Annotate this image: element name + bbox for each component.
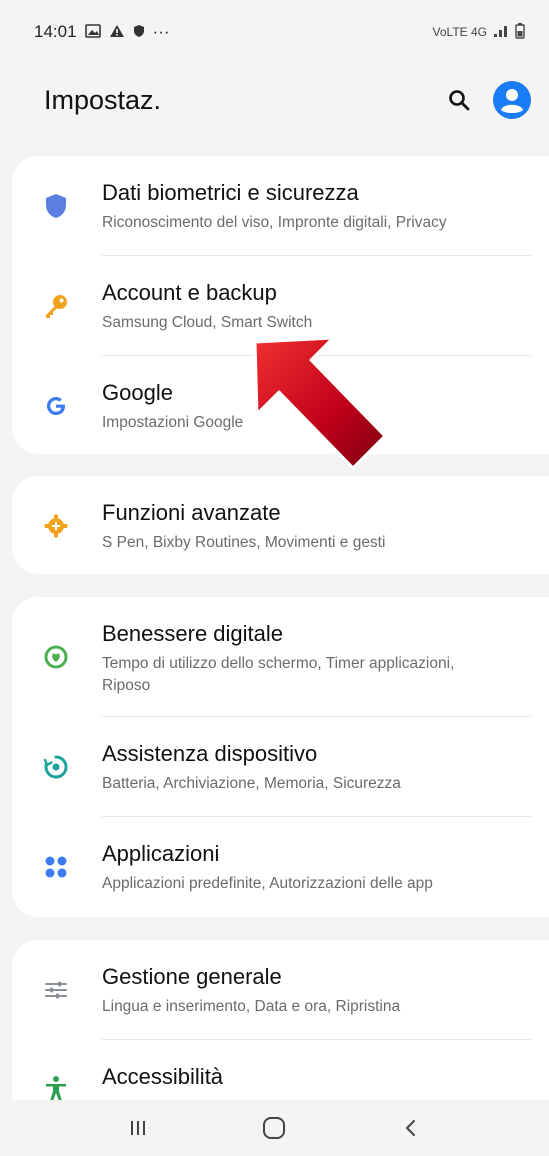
settings-item-account-backup[interactable]: Account e backup Samsung Cloud, Smart Sw… [12, 256, 549, 356]
settings-item-title: Benessere digitale [102, 621, 284, 646]
settings-item-title: Account e backup [102, 280, 277, 305]
settings-item-apps[interactable]: Applicazioni Applicazioni predefinite, A… [12, 817, 549, 917]
shield-icon [42, 192, 70, 220]
settings-item-title: Assistenza dispositivo [102, 741, 318, 766]
search-icon[interactable] [447, 88, 471, 112]
status-bar: 14:01 ··· VoLTE 4G [0, 0, 549, 64]
page-title: Impostaz. [44, 84, 162, 115]
status-right: VoLTE 4G [432, 22, 525, 42]
settings-item-subtitle: Riconoscimento del viso, Impronte digita… [102, 214, 447, 231]
settings-item-accessibility[interactable]: Accessibilità [12, 1040, 549, 1100]
shield-status-icon [133, 24, 145, 40]
gear-plus-icon [42, 512, 70, 540]
settings-item-google[interactable]: Google Impostazioni Google [12, 356, 549, 454]
settings-group-security: Dati biometrici e sicurezza Riconoscimen… [12, 156, 549, 454]
battery-icon [515, 22, 525, 42]
device-care-icon [42, 753, 70, 781]
settings-item-title: Accessibilità [102, 1064, 224, 1089]
network-label: VoLTE 4G [432, 25, 487, 39]
signal-icon [493, 24, 509, 41]
settings-group-general: Gestione generale Lingua e inserimento, … [12, 940, 549, 1100]
app-header: Impostaz. [0, 64, 549, 136]
settings-item-title: Google [102, 380, 173, 405]
recents-icon[interactable] [118, 1108, 158, 1148]
key-icon [42, 292, 70, 320]
status-time: 14:01 [34, 22, 77, 41]
settings-item-biometrics[interactable]: Dati biometrici e sicurezza Riconoscimen… [12, 156, 549, 256]
settings-item-subtitle: S Pen, Bixby Routines, Movimenti e gesti [102, 534, 386, 551]
settings-item-advanced-features[interactable]: Funzioni avanzate S Pen, Bixby Routines,… [12, 476, 549, 574]
settings-item-title: Funzioni avanzate [102, 500, 281, 525]
back-icon[interactable] [391, 1108, 431, 1148]
settings-item-digital-wellbeing[interactable]: Benessere digitale Tempo di utilizzo del… [12, 597, 549, 717]
settings-item-subtitle: Applicazioni predefinite, Autorizzazioni… [102, 875, 433, 892]
warning-icon [109, 24, 125, 40]
settings-group-device: Benessere digitale Tempo di utilizzo del… [12, 597, 549, 917]
settings-item-subtitle: Impostazioni Google [102, 414, 244, 431]
status-left: 14:01 ··· [34, 22, 170, 42]
settings-group-advanced: Funzioni avanzate S Pen, Bixby Routines,… [12, 476, 549, 574]
settings-item-title: Applicazioni [102, 841, 220, 866]
settings-item-subtitle: Samsung Cloud, Smart Switch [102, 314, 313, 331]
google-icon [42, 392, 70, 420]
apps-icon [42, 853, 70, 881]
accessibility-icon [42, 1074, 70, 1100]
navigation-bar [0, 1100, 549, 1156]
sliders-icon [42, 976, 70, 1004]
settings-item-subtitle: Tempo di utilizzo dello schermo, Timer a… [102, 655, 455, 694]
settings-item-device-care[interactable]: Assistenza dispositivo Batteria, Archivi… [12, 717, 549, 817]
settings-item-subtitle: Batteria, Archiviazione, Memoria, Sicure… [102, 775, 401, 792]
gallery-icon [84, 24, 101, 40]
settings-item-general-management[interactable]: Gestione generale Lingua e inserimento, … [12, 940, 549, 1040]
wellbeing-icon [42, 643, 70, 671]
more-indicator: ··· [152, 22, 170, 41]
header-actions [447, 81, 531, 119]
settings-item-title: Gestione generale [102, 964, 282, 989]
settings-item-title: Dati biometrici e sicurezza [102, 180, 359, 205]
settings-item-subtitle: Lingua e inserimento, Data e ora, Ripris… [102, 998, 401, 1015]
home-icon[interactable] [254, 1108, 294, 1148]
account-icon[interactable] [493, 81, 531, 119]
